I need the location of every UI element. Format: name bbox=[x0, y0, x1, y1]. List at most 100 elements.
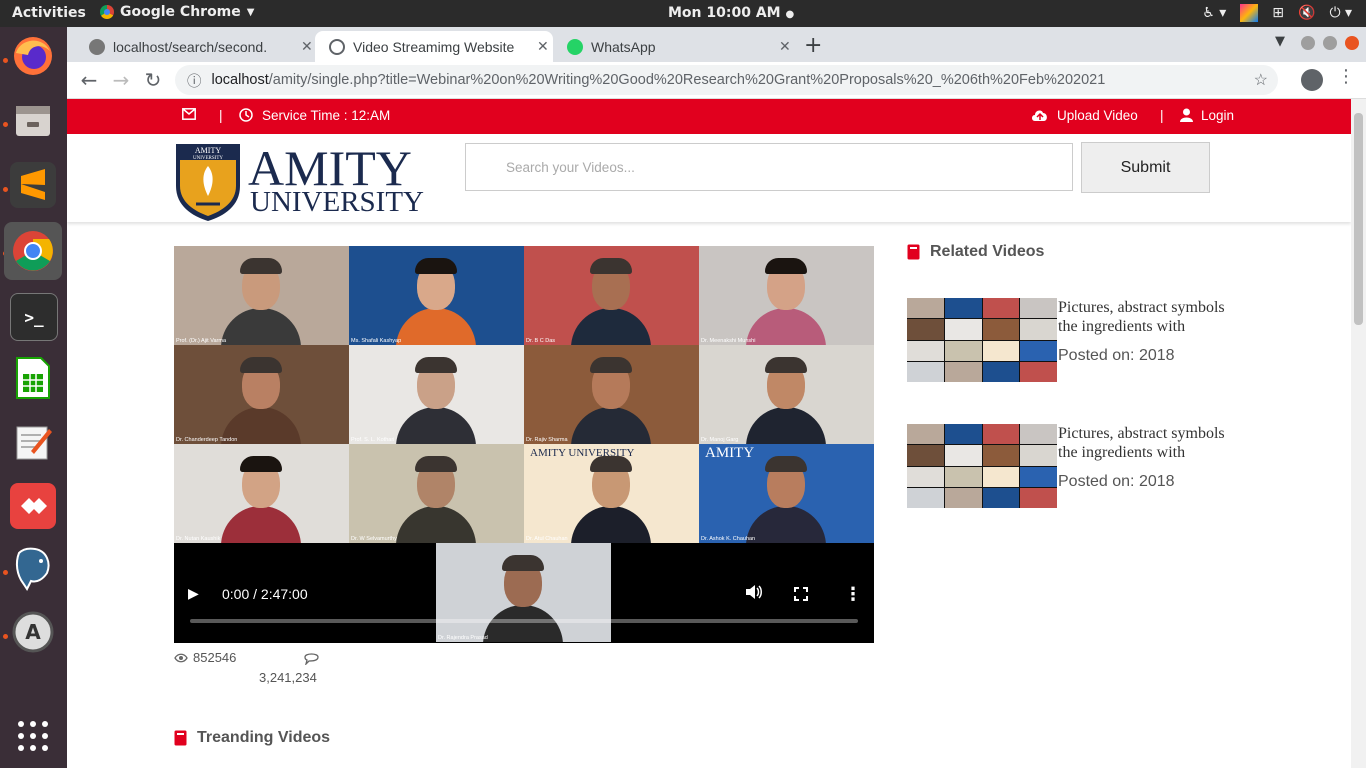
participant-body bbox=[746, 506, 826, 543]
related-video-title[interactable]: Pictures, abstract symbols the ingredien… bbox=[1058, 298, 1238, 336]
close-icon[interactable]: ✕ bbox=[779, 38, 791, 55]
pgadmin-elephant-icon[interactable] bbox=[10, 545, 56, 591]
thumbnail-cell bbox=[944, 319, 982, 340]
network-icon[interactable]: ⊞ bbox=[1272, 5, 1284, 21]
upload-video-link[interactable]: Upload Video bbox=[1057, 108, 1138, 123]
participant-body bbox=[746, 407, 826, 444]
accessibility-icon[interactable]: ♿ ▾ bbox=[1202, 5, 1226, 21]
video-thumbnail[interactable] bbox=[907, 424, 1057, 508]
thumbnail-cell bbox=[982, 361, 1020, 382]
volume-icon[interactable]: 🔇 bbox=[1298, 5, 1315, 21]
tab-label: WhatsApp bbox=[591, 38, 656, 55]
participant-hair bbox=[590, 258, 632, 274]
related-video-item[interactable]: Pictures, abstract symbols the ingredien… bbox=[907, 298, 1237, 382]
participant-tile: Prof. S. L. Kothari bbox=[349, 345, 524, 444]
close-icon[interactable]: ✕ bbox=[301, 38, 313, 55]
web-page: | Service Time : 12:AM Upload Video | Lo… bbox=[67, 99, 1351, 768]
sublime-text-icon[interactable] bbox=[10, 162, 56, 208]
tab-search[interactable]: localhost/search/second. ✕ bbox=[75, 31, 315, 62]
more-options-icon[interactable]: ⋮ bbox=[844, 584, 862, 605]
clock[interactable]: Mon 10:00 AM ● bbox=[668, 5, 794, 21]
bookmark-star-icon[interactable]: ☆ bbox=[1254, 70, 1268, 90]
participant-name: Dr. B C Das bbox=[526, 338, 556, 344]
amity-overlay-logo: AMITY bbox=[705, 445, 755, 461]
software-updater-icon[interactable]: A bbox=[10, 609, 56, 655]
maximize-button[interactable] bbox=[1323, 36, 1337, 50]
book-icon bbox=[907, 244, 920, 260]
system-top-bar: Activities Google Chrome ▼ Mon 10:00 AM … bbox=[0, 0, 1366, 27]
participant-hair bbox=[415, 456, 457, 472]
video-player[interactable]: Prof. (Dr.) Ajit Varma Ms. Shafali Kashya… bbox=[174, 246, 874, 643]
chevron-down-icon: ▼ bbox=[246, 6, 255, 18]
play-icon[interactable]: ▶ bbox=[188, 586, 199, 602]
minimize-button[interactable] bbox=[1301, 36, 1315, 50]
related-video-date: Posted on: 2018 bbox=[1058, 347, 1175, 364]
user-icon[interactable] bbox=[1180, 108, 1193, 125]
thumbnail-cell bbox=[1020, 424, 1057, 445]
system-tray[interactable]: ♿ ▾ ⊞ 🔇 ⏻ ▾ bbox=[1202, 4, 1352, 22]
participant-tile: Dr. Rajendra Prasad bbox=[436, 543, 611, 642]
participant-hair bbox=[240, 258, 282, 274]
participant-body bbox=[396, 407, 476, 444]
video-thumbnail[interactable] bbox=[907, 298, 1057, 382]
info-icon[interactable]: ⓘ bbox=[187, 70, 202, 91]
close-icon[interactable]: ✕ bbox=[537, 38, 549, 55]
activities-button[interactable]: Activities bbox=[12, 5, 86, 21]
kebab-menu-icon[interactable]: ⋮ bbox=[1337, 66, 1355, 87]
submit-button[interactable]: Submit bbox=[1081, 142, 1210, 193]
separator: | bbox=[1160, 108, 1164, 123]
service-time: Service Time : 12:AM bbox=[262, 108, 391, 123]
thumbnail-cell bbox=[944, 361, 982, 382]
anydesk-icon[interactable] bbox=[10, 483, 56, 529]
address-bar[interactable]: ⓘ localhost/amity/single.php?title=Webin… bbox=[175, 65, 1278, 95]
show-applications-icon[interactable] bbox=[10, 713, 56, 759]
thumbnail-cell bbox=[944, 487, 982, 508]
related-video-title[interactable]: Pictures, abstract symbols the ingredien… bbox=[1058, 424, 1238, 462]
participant-name: Prof. (Dr.) Ajit Varma bbox=[176, 338, 227, 344]
new-tab-button[interactable]: + bbox=[804, 33, 822, 58]
scrollbar-thumb[interactable] bbox=[1354, 113, 1363, 325]
participant-tile: AMITY Dr. Ashok K. Chauhan bbox=[699, 444, 874, 543]
tab-search-dropdown-icon[interactable]: ▼ bbox=[1275, 34, 1285, 49]
back-arrow-icon[interactable]: ← bbox=[77, 68, 101, 92]
related-videos-title: Related Videos bbox=[930, 243, 1045, 260]
login-link[interactable]: Login bbox=[1201, 108, 1234, 123]
libreoffice-calc-icon[interactable] bbox=[10, 355, 56, 401]
app-menu[interactable]: Google Chrome ▼ bbox=[100, 4, 254, 20]
thumbnail-cell bbox=[907, 319, 944, 340]
participant-body bbox=[571, 506, 651, 543]
google-chrome-icon[interactable] bbox=[4, 222, 62, 280]
tab-video-streaming[interactable]: Video Streamimg Website ✕ bbox=[315, 31, 553, 62]
volume-icon[interactable] bbox=[745, 584, 763, 604]
window-close-button[interactable] bbox=[1345, 36, 1359, 50]
amity-logo[interactable]: AMITY UNIVERSITY AMITY UNIVERSITY bbox=[174, 142, 424, 222]
files-icon[interactable] bbox=[10, 97, 56, 143]
forward-arrow-icon[interactable]: → bbox=[109, 68, 133, 92]
cloud-upload-icon[interactable] bbox=[1031, 108, 1049, 125]
participant-tile: Dr. W Selvamurthy bbox=[349, 444, 524, 543]
svg-text:AMITY: AMITY bbox=[195, 146, 221, 155]
thumbnail-cell bbox=[944, 298, 982, 319]
power-icon[interactable]: ⏻ ▾ bbox=[1329, 5, 1352, 21]
seek-bar[interactable] bbox=[190, 619, 858, 623]
envelope-icon[interactable] bbox=[182, 108, 196, 123]
page-scrollbar[interactable] bbox=[1351, 99, 1366, 768]
terminal-icon[interactable]: >_ bbox=[10, 293, 58, 341]
participant-name: Dr. Rajiv Sharma bbox=[526, 437, 568, 443]
thumbnail-cell bbox=[907, 466, 944, 487]
jetbrains-toolbox-icon[interactable] bbox=[1240, 4, 1259, 22]
fullscreen-icon[interactable] bbox=[794, 586, 808, 605]
related-video-item[interactable]: Pictures, abstract symbols the ingredien… bbox=[907, 424, 1237, 508]
svg-text:A: A bbox=[25, 620, 41, 644]
trending-videos-heading: Treanding Videos bbox=[174, 729, 330, 747]
tab-whatsapp[interactable]: WhatsApp ✕ bbox=[553, 31, 791, 62]
participant-tile: Dr. Meenakshi Munshi bbox=[699, 246, 874, 345]
text-editor-icon[interactable] bbox=[10, 418, 56, 464]
reload-icon[interactable]: ↻ bbox=[141, 68, 165, 92]
thumbnail-cell bbox=[1020, 445, 1057, 466]
amity-overlay-logo: AMITY UNIVERSITY bbox=[530, 447, 635, 459]
profile-avatar-icon[interactable] bbox=[1301, 69, 1323, 91]
firefox-icon[interactable] bbox=[10, 33, 56, 79]
search-input[interactable] bbox=[465, 143, 1073, 191]
participant-hair bbox=[502, 555, 544, 571]
